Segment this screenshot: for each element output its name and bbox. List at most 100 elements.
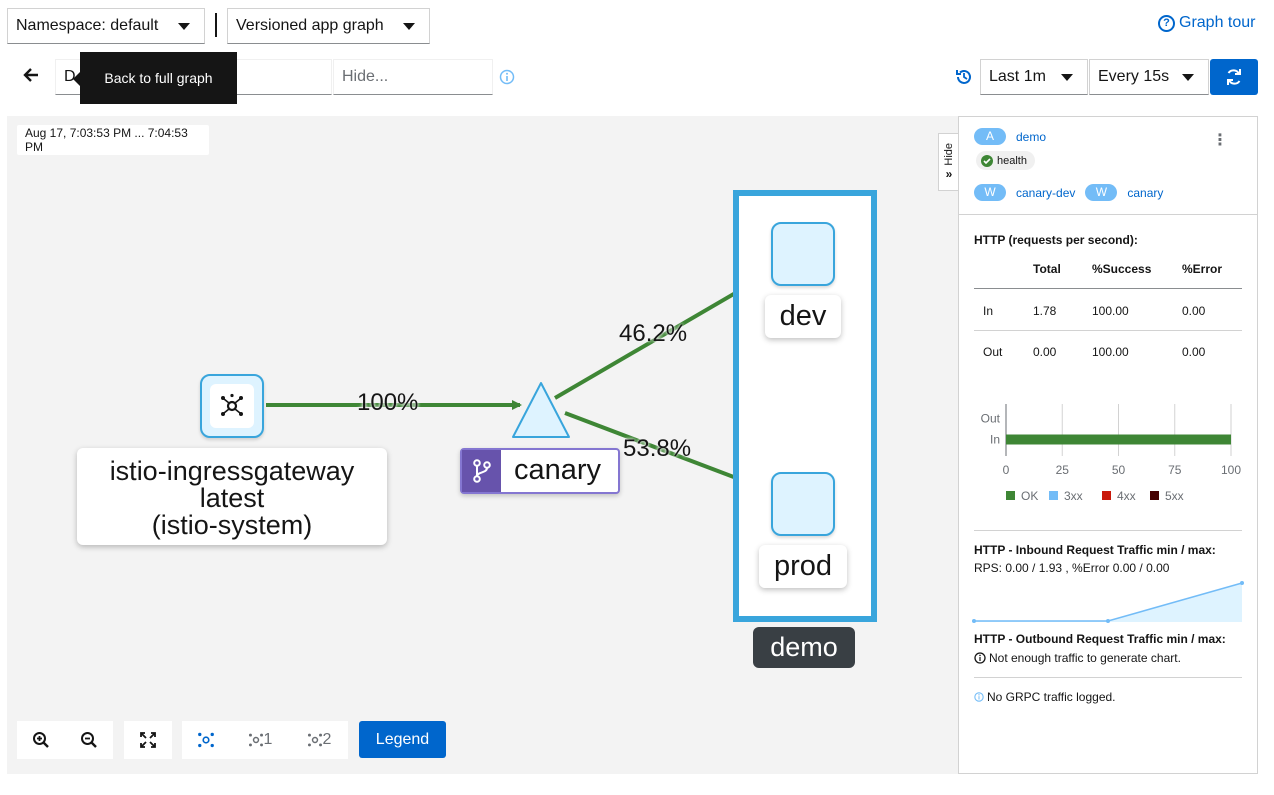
zoom-out-button[interactable]: [65, 721, 113, 759]
workload-badge: W: [1085, 184, 1118, 201]
app-badge: A: [974, 128, 1006, 145]
fit-controls: [124, 721, 172, 759]
panel-divider: [974, 530, 1242, 531]
workload-link-canary-dev[interactable]: canary-dev: [1016, 186, 1075, 200]
node-app-prod[interactable]: [771, 472, 835, 536]
edge-label-prod: 53.8%: [623, 435, 692, 462]
kebab-menu-icon[interactable]: ⋮: [1212, 130, 1228, 150]
workload-link-canary[interactable]: canary: [1127, 186, 1163, 200]
table-row-divider: [974, 330, 1242, 331]
duration-dropdown[interactable]: Last 1m: [980, 59, 1088, 95]
col-total: Total: [1033, 262, 1061, 276]
row-total: 0.00: [1033, 345, 1057, 359]
inbound-sparkline: [972, 581, 1244, 623]
zoom-in-icon: [33, 732, 49, 748]
check-circle-icon: [981, 154, 993, 167]
chart-tick-label: 100: [1221, 463, 1241, 477]
outbound-message: Not enough traffic to generate chart.: [974, 651, 1181, 665]
hide-panel-label: Hide: [943, 142, 955, 166]
zoom-in-button[interactable]: [17, 721, 65, 759]
zoom-controls: [17, 721, 113, 759]
help-icon: ?: [1158, 14, 1175, 32]
col-success: %Success: [1092, 262, 1152, 276]
panel-workloads: W canary-dev W canary: [974, 184, 1163, 201]
row-label: In: [983, 304, 994, 318]
legend-label-3xx: 3xx: [1064, 489, 1083, 503]
node-service-canary[interactable]: [510, 380, 572, 440]
http-title: HTTP (requests per second):: [974, 233, 1138, 247]
layout-2-button[interactable]: 2: [290, 721, 348, 759]
app-link[interactable]: demo: [1016, 130, 1046, 144]
chart-tick-label: 25: [1056, 463, 1070, 477]
health-badge[interactable]: health: [976, 151, 1035, 170]
outbound-title: HTTP - Outbound Request Traffic min / ma…: [974, 632, 1226, 646]
grpc-message: No GRPC traffic logged.: [974, 690, 1116, 704]
node-label-canary: canary: [460, 448, 620, 494]
legend-swatch-3xx: [1049, 491, 1058, 500]
topology-icon: [248, 733, 263, 747]
row-label: Out: [983, 345, 1003, 359]
refresh-interval-label: Every 15s: [1098, 68, 1170, 85]
grpc-msg-text: No GRPC traffic logged.: [987, 690, 1116, 704]
inbound-stats: RPS: 0.00 / 1.93 , %Error 0.00 / 0.00: [974, 561, 1170, 575]
chart-tick-label: 0: [1003, 463, 1010, 477]
chart-tick-label: 50: [1112, 463, 1126, 477]
legend-label-ok: OK: [1021, 489, 1038, 503]
layout-default-button[interactable]: [182, 721, 230, 759]
health-label: health: [997, 154, 1027, 167]
table-header-divider: [974, 288, 1242, 289]
layout-controls: 1 2: [182, 721, 348, 759]
layout-2-label: 2: [322, 731, 332, 748]
fit-to-screen-button[interactable]: [124, 721, 172, 759]
gateway-name: istio-ingressgateway: [109, 456, 355, 486]
node-app-dev[interactable]: [771, 222, 835, 286]
hide-panel-toggle[interactable]: Hide »: [938, 133, 959, 191]
refresh-interval-dropdown[interactable]: Every 15s: [1089, 59, 1209, 95]
node-label-gateway: istio-ingressgateway latest (istio-syste…: [77, 448, 387, 545]
legend-swatch-5xx: [1150, 491, 1159, 500]
chart-tick-label: 75: [1168, 463, 1182, 477]
zoom-out-icon: [81, 732, 97, 748]
node-istio-ingressgateway[interactable]: [200, 374, 264, 438]
double-chevron-right-icon: »: [945, 167, 953, 182]
layout-1-button[interactable]: 1: [230, 721, 290, 759]
layout-1-label: 1: [263, 731, 273, 748]
service-name: canary: [514, 454, 602, 486]
graph-tour-label: Graph tour: [1179, 14, 1256, 31]
legend-label-5xx: 5xx: [1165, 489, 1184, 503]
table-row: Out 0.00 100.00 0.00: [974, 341, 1242, 371]
col-error: %Error: [1182, 262, 1223, 276]
refresh-icon: [1227, 69, 1241, 85]
row-error: 0.00: [1182, 345, 1206, 359]
outbound-msg-text: Not enough traffic to generate chart.: [989, 651, 1181, 665]
duration-label: Last 1m: [989, 68, 1046, 85]
info-icon: [974, 652, 986, 664]
chart-category-label: In: [990, 433, 1000, 447]
table-row: In 1.78 100.00 0.00: [974, 300, 1242, 330]
gateway-namespace: (istio-system): [151, 510, 313, 540]
edge-label-dev: 46.2%: [619, 320, 688, 347]
legend-swatch-ok: [1006, 491, 1015, 500]
topology-icon: [198, 732, 214, 748]
panel-app-header: A demo: [974, 128, 1046, 145]
gateway-version: latest: [199, 483, 265, 513]
virtual-service-icon: [462, 450, 501, 492]
caret-down-icon: [1182, 74, 1194, 81]
expand-icon: [140, 732, 156, 748]
panel-divider: [959, 214, 1257, 215]
legend-button[interactable]: Legend: [359, 721, 446, 758]
node-label-dev: dev: [765, 295, 841, 338]
legend-swatch-4xx: [1102, 491, 1111, 500]
info-icon: [974, 692, 984, 702]
graph-tour-link[interactable]: ? Graph tour: [1158, 14, 1255, 32]
row-total: 1.78: [1033, 304, 1057, 318]
chart-category-label: Out: [981, 412, 1001, 426]
gateway-icon: [210, 384, 254, 428]
caret-down-icon: [1061, 74, 1073, 81]
panel-divider: [974, 677, 1242, 678]
row-error: 0.00: [1182, 304, 1206, 318]
edge-label-100: 100%: [357, 389, 419, 416]
workload-badge: W: [974, 184, 1006, 201]
refresh-button[interactable]: [1210, 59, 1258, 95]
node-label-prod: prod: [759, 545, 847, 588]
